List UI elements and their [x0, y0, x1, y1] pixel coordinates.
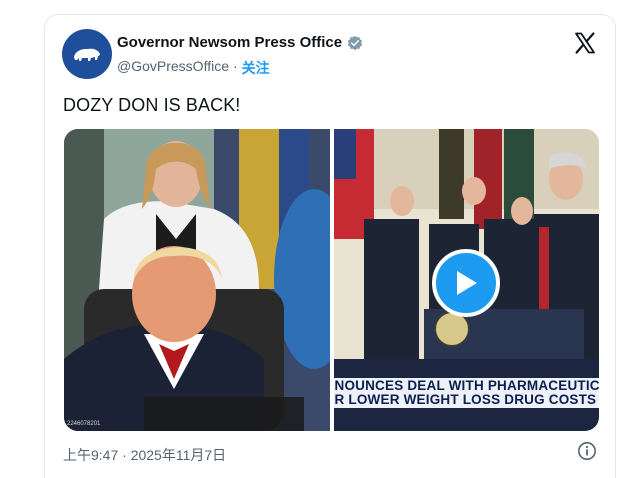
news-ticker: NOUNCES DEAL WITH PHARMACEUTICAL R LOWER… — [333, 378, 600, 408]
ticker-line-1: NOUNCES DEAL WITH PHARMACEUTICAL — [334, 378, 600, 393]
video-right[interactable]: NOUNCES DEAL WITH PHARMACEUTICAL R LOWER… — [333, 129, 600, 431]
ticker-line-2: R LOWER WEIGHT LOSS DRUG COSTS — [334, 392, 597, 407]
media-grid: 2246078201 NOUNCES DEAL WITH PHARMACEUTI… — [64, 129, 599, 431]
avatar[interactable] — [62, 29, 112, 79]
photo-left-image — [64, 129, 330, 431]
tweet-text: DOZY DON IS BACK! — [63, 95, 241, 115]
play-icon — [456, 271, 477, 295]
follow-button[interactable]: 关注 — [242, 58, 270, 78]
account-name[interactable]: Governor Newsom Press Office — [117, 34, 342, 51]
verified-badge-icon — [347, 35, 363, 50]
tweet-card: Governor Newsom Press Office @GovPressOf… — [44, 14, 616, 478]
handle-row: @GovPressOffice · 关注 — [117, 58, 270, 78]
play-button[interactable] — [431, 249, 500, 317]
bear-icon — [74, 48, 100, 61]
info-icon[interactable] — [577, 441, 597, 461]
photo-caption: 2246078201 — [67, 421, 101, 427]
x-logo-icon[interactable] — [573, 31, 597, 55]
account-name-row: Governor Newsom Press Office — [117, 34, 363, 51]
account-handle[interactable]: @GovPressOffice — [117, 58, 229, 78]
tweet-timestamp[interactable]: 上午9:47 · 2025年11月7日 — [63, 445, 226, 465]
separator: · — [233, 58, 238, 74]
photo-left[interactable]: 2246078201 — [64, 129, 330, 431]
